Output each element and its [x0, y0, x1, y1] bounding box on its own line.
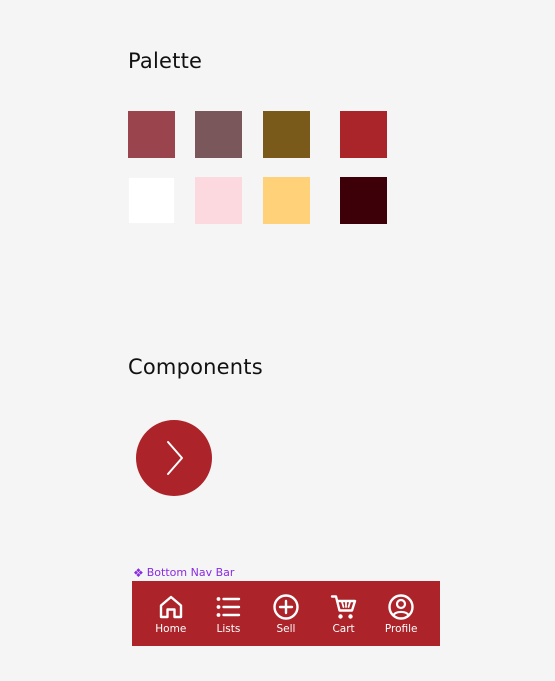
swatch-maroon: [340, 177, 387, 224]
swatch-olive-brown: [263, 111, 310, 158]
component-diamond-icon: ❖: [133, 565, 144, 580]
nav-item-cart[interactable]: Cart: [318, 586, 370, 642]
bottom-nav-caption-text: Bottom Nav Bar: [146, 566, 235, 579]
design-system-page: Palette Components ❖ Bottom Nav Bar Home: [0, 0, 555, 681]
palette-heading: Palette: [128, 49, 203, 73]
home-icon: [159, 595, 182, 618]
nav-item-label: Cart: [332, 622, 355, 635]
nav-item-home[interactable]: Home: [145, 586, 197, 642]
next-fab-button[interactable]: [136, 420, 212, 496]
swatch-honey: [263, 177, 310, 224]
nav-item-label: Lists: [216, 622, 241, 635]
nav-item-sell[interactable]: Sell: [260, 586, 312, 642]
chevron-right-icon: [167, 441, 183, 475]
swatch-crimson: [340, 111, 387, 158]
nav-item-profile[interactable]: Profile: [375, 586, 427, 642]
cart-icon: [330, 594, 356, 619]
bottom-nav-bar: Home Lists Sell Cart Profile: [132, 581, 440, 646]
swatch-white: [128, 177, 175, 224]
nav-item-label: Home: [155, 622, 187, 635]
swatch-rose: [128, 111, 175, 158]
bottom-nav-caption: ❖ Bottom Nav Bar: [133, 566, 234, 579]
components-heading: Components: [128, 355, 263, 379]
plus-circle-icon: [273, 593, 299, 620]
nav-item-lists[interactable]: Lists: [202, 586, 254, 642]
nav-item-label: Sell: [276, 622, 296, 635]
swatch-mauve: [195, 111, 242, 158]
swatch-light-pink: [195, 177, 242, 224]
list-icon: [216, 596, 241, 617]
profile-icon: [388, 593, 414, 620]
nav-item-label: Profile: [384, 622, 418, 635]
